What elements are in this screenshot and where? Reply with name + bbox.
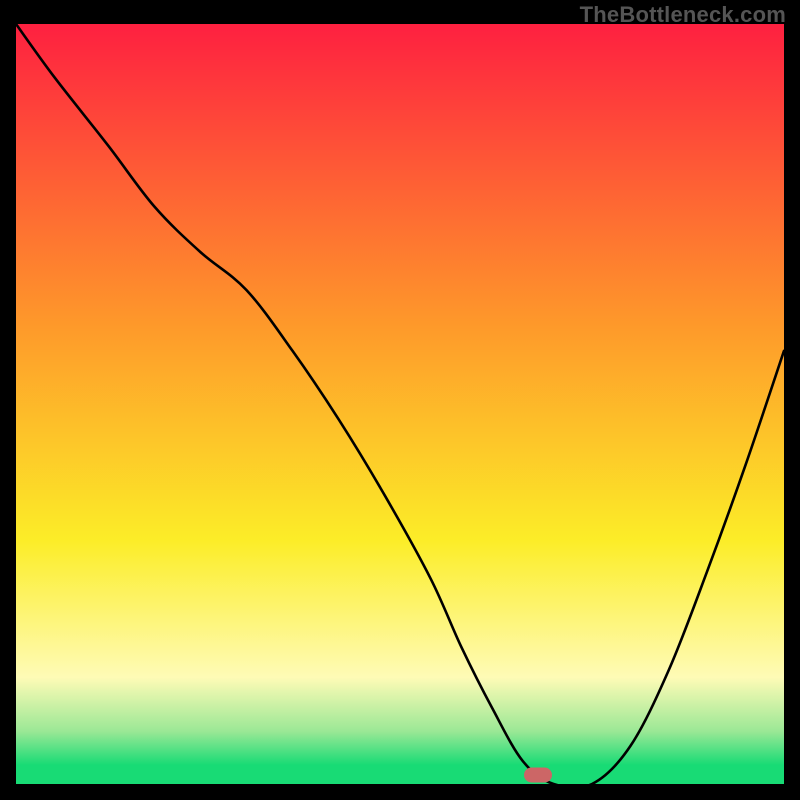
curve-layer — [16, 24, 784, 784]
chart-stage: TheBottleneck.com — [0, 0, 800, 800]
optimal-point-marker — [524, 767, 552, 782]
bottleneck-curve — [16, 24, 784, 788]
plot-area — [16, 24, 784, 784]
